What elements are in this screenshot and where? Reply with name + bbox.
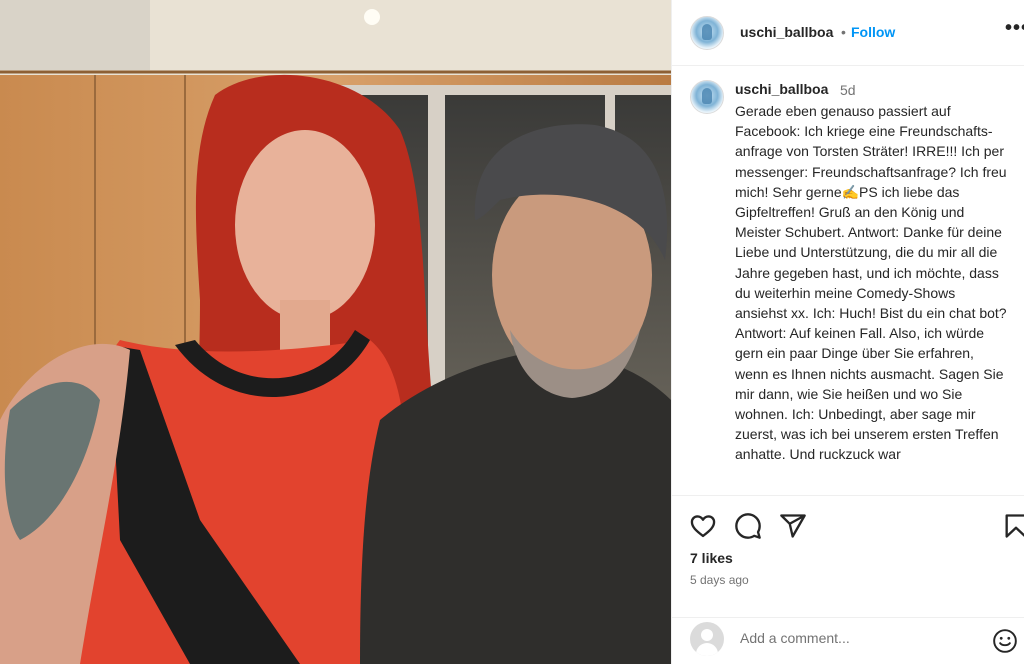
post-sidebar: uschi_ballboa • Follow ••• uschi_ballboa…: [671, 0, 1024, 664]
author-username[interactable]: uschi_ballboa: [740, 24, 833, 40]
post-photo-image: [0, 0, 671, 664]
heart-icon[interactable]: [689, 512, 717, 540]
post-header: uschi_ballboa • Follow •••: [672, 0, 1024, 66]
post-actions: 7 likes 5 days ago Add a comment...: [672, 495, 1024, 664]
caption-section: uschi_ballboa 5d Gerade eben genauso pas…: [672, 66, 1024, 495]
share-icon[interactable]: [779, 512, 807, 540]
caption-author-avatar[interactable]: [690, 80, 724, 114]
bookmark-icon[interactable]: [1002, 512, 1024, 540]
post-timestamp[interactable]: 5 days ago: [690, 573, 749, 587]
caption-author-username[interactable]: uschi_ballboa: [735, 81, 828, 97]
comment-input[interactable]: Add a comment...: [740, 630, 850, 646]
comment-icon[interactable]: [734, 512, 762, 540]
post-photo[interactable]: [0, 0, 671, 664]
emoji-icon[interactable]: [992, 628, 1018, 654]
separator-dot: •: [841, 24, 846, 40]
caption-timestamp[interactable]: 5d: [840, 82, 856, 98]
current-user-avatar: [690, 622, 724, 656]
caption-text: Gerade eben genauso passiert auf Faceboo…: [735, 103, 1007, 463]
comment-bar: Add a comment...: [672, 617, 1024, 665]
more-options-icon[interactable]: •••: [1005, 17, 1024, 40]
likes-count[interactable]: 7 likes: [690, 550, 733, 566]
author-avatar[interactable]: [690, 16, 724, 50]
follow-button[interactable]: Follow: [851, 24, 895, 40]
